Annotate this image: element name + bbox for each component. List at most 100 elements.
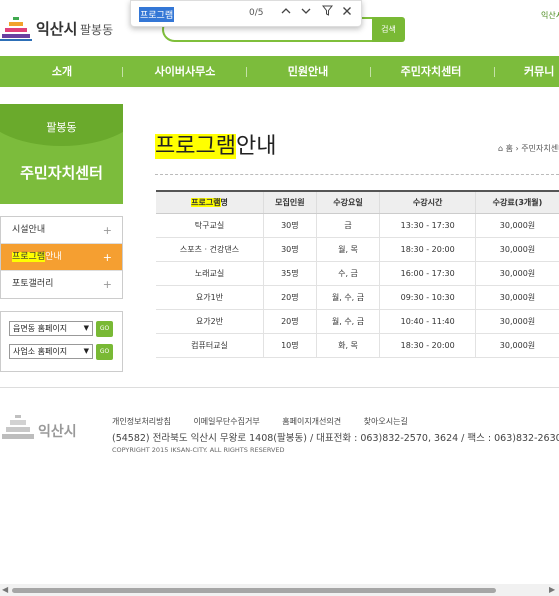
chevron-down-icon[interactable]: [299, 5, 313, 21]
nav-item-community[interactable]: 커뮤니: [524, 56, 559, 87]
footer-logo: 익산시: [0, 413, 80, 445]
find-highlight: 프로그램: [191, 197, 221, 207]
table-cell: 20명: [263, 285, 317, 310]
search-button[interactable]: 검색: [372, 17, 405, 42]
find-input[interactable]: 프로그램: [139, 7, 175, 22]
iksan-logo-icon: [0, 17, 32, 41]
table-header: 수강시간: [379, 190, 476, 214]
select-value: 사업소 홈페이지: [13, 347, 68, 356]
scrollbar-thumb[interactable]: [12, 588, 496, 593]
table-cell: 09:30 - 10:30: [379, 285, 476, 310]
table-cell: 30,000원: [474, 309, 559, 334]
sidebar-title: 주민자치센터: [20, 164, 103, 182]
footer-link-email-refusal[interactable]: 이메일무단수집거부: [193, 417, 259, 426]
table-cell: 월, 목: [315, 237, 380, 262]
sidebar-menu: 시설안내 + 프로그램안내 + 포토갤러리 +: [0, 216, 123, 299]
filter-icon[interactable]: [320, 5, 334, 21]
footer-links: 개인정보처리방침 이메일무단수집거부 홈페이지개선의견 찾아오시는길: [112, 416, 428, 427]
page-title-rest: 안내: [235, 134, 277, 159]
town-homepage-select[interactable]: 읍면동 홈페이지 ▼: [9, 321, 93, 336]
table-cell: 스포츠 · 건강댄스: [156, 237, 264, 262]
select-value: 읍면동 홈페이지: [13, 324, 68, 333]
nav-item-cyber-office[interactable]: 사이버사무소: [140, 56, 230, 87]
table-cell: 30,000원: [474, 285, 559, 310]
office-homepage-select[interactable]: 사업소 홈페이지 ▼: [9, 344, 93, 359]
footer-link-directions[interactable]: 찾아오시는길: [364, 417, 408, 426]
nav-divider: [122, 67, 123, 77]
table-cell: 컴퓨터교실: [156, 333, 264, 358]
sidebar-item-label: 안내: [45, 252, 62, 262]
table-cell: 요가2반: [156, 309, 264, 334]
table-header: 수강료(3개월): [474, 190, 559, 214]
program-table: 프로그램명 모집인원 수강요일 수강시간 수강료(3개월) 탁구교실 30명 금…: [156, 190, 559, 358]
table-row: 컴퓨터교실 10명 화, 목 18:30 - 20:00 30,000원: [156, 333, 559, 358]
footer-link-privacy[interactable]: 개인정보처리방침: [112, 417, 171, 426]
horizontal-scrollbar[interactable]: ◀ ▶: [0, 584, 559, 596]
table-cell: 18:30 - 20:00: [379, 333, 476, 358]
find-highlight: 프로그램: [155, 134, 236, 159]
nav-item-civil[interactable]: 민원안내: [268, 56, 348, 87]
go-button[interactable]: GO: [96, 321, 113, 337]
logo-subtitle: 팔봉동: [80, 23, 114, 37]
iksan-logo-icon: [2, 415, 34, 439]
title-divider: [155, 174, 559, 175]
go-button[interactable]: GO: [96, 344, 113, 360]
table-header: 프로그램명: [156, 190, 264, 214]
table-header: 모집인원: [263, 190, 317, 214]
plus-icon: +: [102, 251, 112, 264]
table-cell: 요가1반: [156, 285, 264, 310]
table-cell: 화, 목: [315, 333, 380, 358]
table-cell: 30,000원: [474, 261, 559, 286]
table-header: 수강요일: [315, 190, 380, 214]
sidebar-item-gallery[interactable]: 포토갤러리 +: [1, 271, 122, 298]
find-highlight: 프로그램: [12, 252, 46, 262]
footer-divider: [0, 387, 559, 388]
nav-item-intro[interactable]: 소개: [22, 56, 102, 87]
table-cell: 20명: [263, 309, 317, 334]
footer-copyright: COPYRIGHT 2015 IKSAN-CITY. ALL RIGHTS RE…: [112, 446, 285, 454]
table-cell: 16:00 - 17:30: [379, 261, 476, 286]
find-bar: 프로그램 0/5: [130, 0, 362, 27]
breadcrumb: ⌂ 홈 › 주민자치센터: [498, 144, 559, 153]
table-cell: 10명: [263, 333, 317, 358]
logo-text: 익산시: [36, 20, 78, 38]
chevron-down-icon: ▼: [83, 324, 89, 332]
chevron-up-icon[interactable]: [279, 5, 293, 21]
table-cell: 노래교실: [156, 261, 264, 286]
sidebar-dong-name: 팔봉동: [46, 121, 77, 134]
find-match-count: 0/5: [249, 8, 264, 18]
nav-divider: [370, 67, 371, 77]
table-header-row: 프로그램명 모집인원 수강요일 수강시간 수강료(3개월): [156, 190, 559, 214]
table-cell: 30,000원: [474, 333, 559, 358]
site-select-box: 읍면동 홈페이지 ▼ GO 사업소 홈페이지 ▼ GO: [0, 311, 123, 372]
table-header-text: 명: [220, 197, 228, 207]
close-icon[interactable]: [340, 5, 354, 21]
footer-logo-text: 익산시: [38, 424, 77, 440]
footer-link-feedback[interactable]: 홈페이지개선의견: [282, 417, 341, 426]
top-right-link[interactable]: 익산시: [541, 10, 559, 21]
nav-item-resident-center[interactable]: 주민자치센터: [385, 56, 477, 87]
table-cell: 월, 수, 금: [315, 285, 380, 310]
nav-divider: [246, 67, 247, 77]
table-cell: 수, 금: [315, 261, 380, 286]
sidebar-item-facilities[interactable]: 시설안내 +: [1, 217, 122, 244]
nav-divider: [494, 67, 495, 77]
table-cell: 30,000원: [474, 213, 559, 238]
plus-icon: +: [102, 224, 112, 237]
site-logo[interactable]: 익산시 팔봉동: [0, 14, 118, 42]
page-title: 프로그램안내: [155, 128, 276, 160]
sidebar-header: 팔봉동 주민자치센터: [0, 104, 123, 204]
table-cell: 10:40 - 11:40: [379, 309, 476, 334]
sidebar-item-label: 포토갤러리: [12, 279, 54, 289]
table-cell: 30명: [263, 213, 317, 238]
table-cell: 30명: [263, 237, 317, 262]
table-row: 탁구교실 30명 금 13:30 - 17:30 30,000원: [156, 213, 559, 238]
sidebar-item-programs[interactable]: 프로그램안내 +: [1, 244, 122, 271]
table-row: 요가1반 20명 월, 수, 금 09:30 - 10:30 30,000원: [156, 285, 559, 310]
table-row: 요가2반 20명 월, 수, 금 10:40 - 11:40 30,000원: [156, 309, 559, 334]
scroll-right-icon[interactable]: ▶: [549, 585, 555, 594]
plus-icon: +: [102, 278, 112, 291]
table-row: 스포츠 · 건강댄스 30명 월, 목 18:30 - 20:00 30,000…: [156, 237, 559, 262]
main-nav: 소개 사이버사무소 민원안내 주민자치센터 커뮤니: [0, 56, 559, 87]
scroll-left-icon[interactable]: ◀: [2, 585, 8, 594]
